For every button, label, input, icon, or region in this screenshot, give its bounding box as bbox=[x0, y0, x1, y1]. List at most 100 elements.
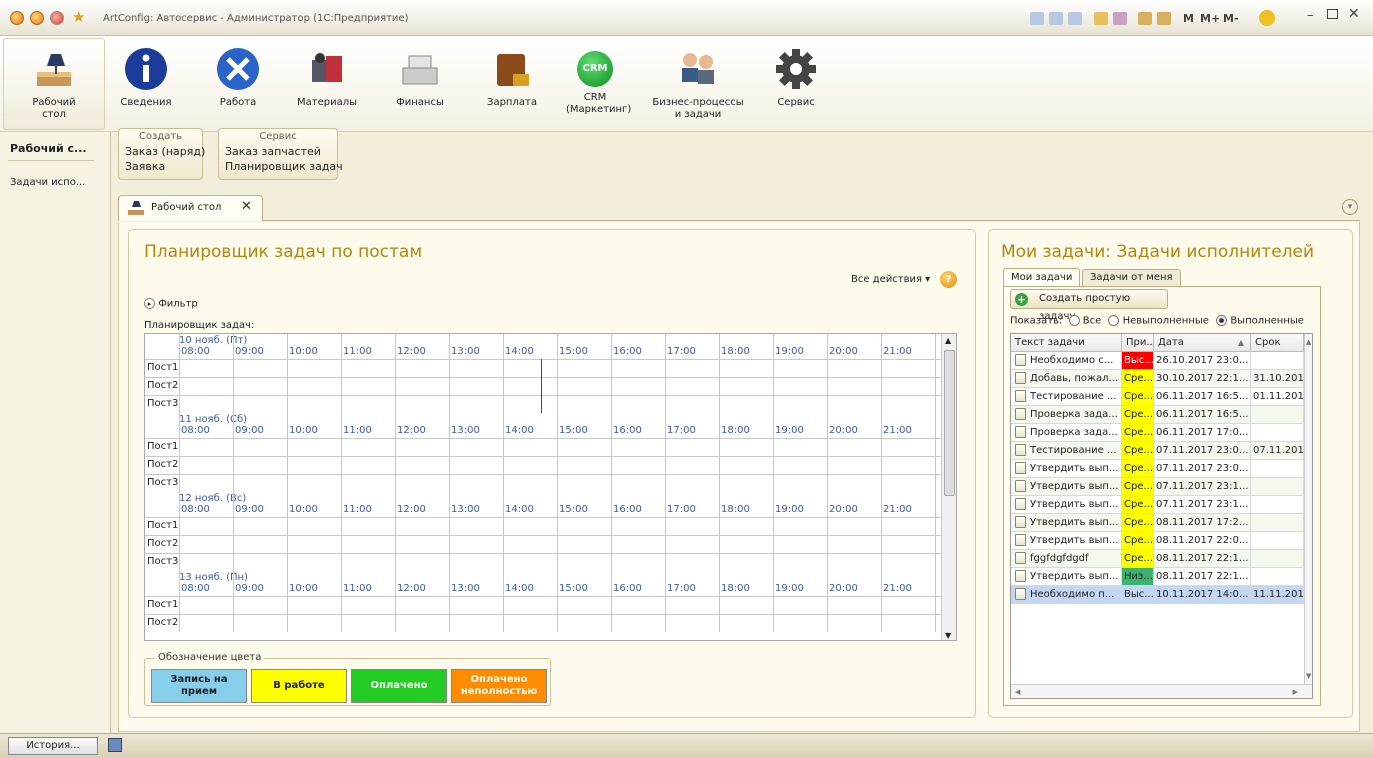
task-scheduler-link[interactable]: Планировщик задач bbox=[219, 159, 343, 174]
section-finance[interactable]: Финансы bbox=[385, 46, 455, 109]
hour-label: 16:00 bbox=[613, 583, 642, 594]
tab-my-tasks[interactable]: Мои задачи bbox=[1003, 268, 1081, 286]
tasks-table[interactable]: Текст задачи При... Дата ▲ Срок Необходим… bbox=[1010, 333, 1313, 699]
filter-toggle[interactable]: ▸ Фильтр bbox=[144, 298, 198, 310]
calendar-icon[interactable] bbox=[1157, 12, 1171, 25]
parts-order-link[interactable]: Заказ запчастей bbox=[219, 144, 337, 159]
create-request-link[interactable]: Заявка bbox=[119, 159, 202, 174]
task-row[interactable]: Утвердить вып... Низ... 08.11.2017 22:1... bbox=[1011, 568, 1304, 586]
left-panel-item-tasks[interactable]: Задачи испо... bbox=[10, 177, 85, 188]
section-materials[interactable]: Материалы bbox=[292, 46, 362, 109]
section-desktop[interactable]: Рабочий стол bbox=[10, 46, 98, 121]
post-row[interactable]: Пост2 bbox=[145, 535, 941, 553]
group-header: Сервис bbox=[259, 131, 297, 142]
tasks-hscrollbar[interactable]: ◀ ▶ bbox=[1011, 684, 1312, 698]
task-row[interactable]: Проверка зада... Сре... 06.11.2017 17:0... bbox=[1011, 424, 1304, 442]
post-label: Пост3 bbox=[147, 477, 179, 488]
tab-desktop[interactable]: Рабочий стол ✕ bbox=[118, 195, 263, 221]
day-header: 12 нояб. (Вс) 08:00 09:00 10:00 11:00 12:00 13… bbox=[145, 492, 941, 517]
radio-incomplete[interactable] bbox=[1108, 315, 1120, 326]
minimize-icon[interactable]: – bbox=[1307, 8, 1314, 23]
scheduler-grid[interactable]: 10 нояб. (Пт) 08:00 09:00 10:00 11:00 12:00 13… bbox=[144, 333, 957, 641]
tabs-menu-icon[interactable]: ▾ bbox=[1342, 199, 1358, 215]
section-work[interactable]: Работа bbox=[207, 46, 269, 109]
post-row[interactable]: Пост3 bbox=[145, 395, 941, 413]
scroll-thumb[interactable] bbox=[944, 350, 955, 496]
section-business-processes[interactable]: Бизнес-процессы и задачи bbox=[648, 46, 748, 121]
post-row[interactable]: Пост3 bbox=[145, 474, 941, 492]
task-row[interactable]: Необходимо с... Выс... 26.10.2017 23:0... bbox=[1011, 352, 1304, 370]
scroll-left-icon[interactable]: ◀ bbox=[1015, 688, 1020, 696]
task-icon bbox=[1015, 516, 1026, 528]
post-row[interactable]: Пост1 bbox=[145, 438, 941, 456]
app-menu-icon[interactable] bbox=[10, 11, 24, 25]
scroll-down-icon[interactable]: ▼ bbox=[945, 631, 951, 640]
task-row[interactable]: Утвердить вып... Сре... 08.11.2017 17:2... bbox=[1011, 514, 1304, 532]
back-icon[interactable] bbox=[30, 11, 44, 25]
radio-completed[interactable] bbox=[1216, 315, 1228, 326]
window-list-icon[interactable] bbox=[108, 738, 122, 752]
column-header-date[interactable]: Дата ▲ bbox=[1154, 334, 1251, 352]
section-salary[interactable]: Зарплата bbox=[477, 46, 547, 109]
all-actions-menu[interactable]: Все действия ▾ bbox=[851, 274, 930, 285]
favorites-star-icon[interactable]: ★ bbox=[72, 8, 85, 26]
info-menu-icon[interactable] bbox=[1259, 10, 1275, 26]
task-icon bbox=[1015, 426, 1026, 438]
post-row[interactable]: Пост2 bbox=[145, 614, 941, 632]
post-row[interactable]: Пост1 bbox=[145, 596, 941, 614]
scroll-up-icon[interactable]: ▲ bbox=[945, 336, 951, 345]
scroll-down-icon[interactable]: ▼ bbox=[1306, 672, 1311, 680]
section-crm[interactable]: CRM CRM (Маркетинг) bbox=[555, 46, 635, 116]
memory-m-button[interactable]: M bbox=[1183, 12, 1194, 25]
memory-minus-button[interactable]: M- bbox=[1223, 12, 1239, 25]
task-row[interactable]: Добавь, пожал... Сре... 30.10.2017 22:1...… bbox=[1011, 370, 1304, 388]
scroll-up-icon[interactable]: ▲ bbox=[1306, 338, 1311, 346]
column-header-priority[interactable]: При... bbox=[1122, 334, 1156, 352]
task-row[interactable]: Необходимо п... Выс... 10.11.2017 14:0... 1… bbox=[1011, 586, 1304, 604]
save-icon[interactable] bbox=[1030, 12, 1044, 25]
task-due-cell bbox=[1251, 532, 1304, 549]
task-row[interactable]: Утвердить вып... Сре... 07.11.2017 23:1... bbox=[1011, 496, 1304, 514]
scheduler-vscrollbar[interactable]: ▲ ▼ bbox=[941, 334, 956, 640]
tab-tasks-from-me[interactable]: Задачи от меня bbox=[1082, 269, 1181, 286]
post-row[interactable]: Пост2 bbox=[145, 456, 941, 474]
task-row[interactable]: Утвердить вып... Сре... 07.11.2017 23:1... bbox=[1011, 478, 1304, 496]
add-favorite-icon[interactable] bbox=[1094, 12, 1108, 25]
left-panel-item-desktop[interactable]: Рабочий с... bbox=[10, 142, 87, 155]
scroll-right-icon[interactable]: ▶ bbox=[1293, 688, 1298, 696]
help-button[interactable]: ? bbox=[940, 271, 957, 288]
task-row[interactable]: Тестирование ... Сре... 07.11.2017 23:0...… bbox=[1011, 442, 1304, 460]
print-icon[interactable] bbox=[1049, 12, 1063, 25]
tasks-vscrollbar[interactable]: ▲ ▼ bbox=[1304, 334, 1312, 684]
task-row[interactable]: Тестирование ... Сре... 06.11.2017 16:5...… bbox=[1011, 388, 1304, 406]
post-row[interactable]: Пост1 bbox=[145, 517, 941, 535]
history-button[interactable]: История... bbox=[8, 737, 98, 755]
calculator-icon[interactable] bbox=[1138, 12, 1152, 25]
create-simple-task-button[interactable]: + Создать простую задачу bbox=[1010, 289, 1168, 322]
gear-icon bbox=[776, 49, 816, 89]
post-row[interactable]: Пост2 bbox=[145, 377, 941, 395]
column-header-text[interactable]: Текст задачи bbox=[1011, 334, 1122, 352]
section-info[interactable]: Сведения bbox=[115, 46, 177, 109]
post-row[interactable]: Пост1 bbox=[145, 359, 941, 377]
task-priority-cell: Сре... bbox=[1122, 388, 1154, 405]
close-icon[interactable]: ✕ bbox=[1348, 6, 1360, 22]
task-row[interactable]: Утвердить вып... Сре... 07.11.2017 23:0... bbox=[1011, 460, 1304, 478]
task-row[interactable]: fggfdgfdgdf Сре... 08.11.2017 22:1... bbox=[1011, 550, 1304, 568]
forward-icon[interactable] bbox=[50, 11, 64, 25]
task-row[interactable]: Утвердить вып... Сре... 08.11.2017 22:0... bbox=[1011, 532, 1304, 550]
section-service[interactable]: Сервис bbox=[765, 46, 827, 109]
copy-icon[interactable] bbox=[1068, 12, 1082, 25]
tab-close-icon[interactable]: ✕ bbox=[241, 199, 252, 214]
post-row[interactable]: Пост3 bbox=[145, 553, 941, 571]
radio-all[interactable] bbox=[1068, 315, 1080, 326]
maximize-icon[interactable] bbox=[1327, 9, 1338, 19]
legend-item-partially-paid: Оплачено неполностью bbox=[451, 669, 547, 703]
memory-plus-button[interactable]: M+ bbox=[1200, 12, 1220, 25]
column-header-due[interactable]: Срок bbox=[1251, 334, 1304, 352]
legend-item-booking: Запись на прием bbox=[151, 669, 247, 703]
hour-label: 09:00 bbox=[235, 504, 264, 515]
create-order-link[interactable]: Заказ (наряд) bbox=[119, 144, 205, 159]
history-icon[interactable] bbox=[1113, 12, 1127, 25]
task-row[interactable]: Проверка зада... Сре... 06.11.2017 16:5... bbox=[1011, 406, 1304, 424]
